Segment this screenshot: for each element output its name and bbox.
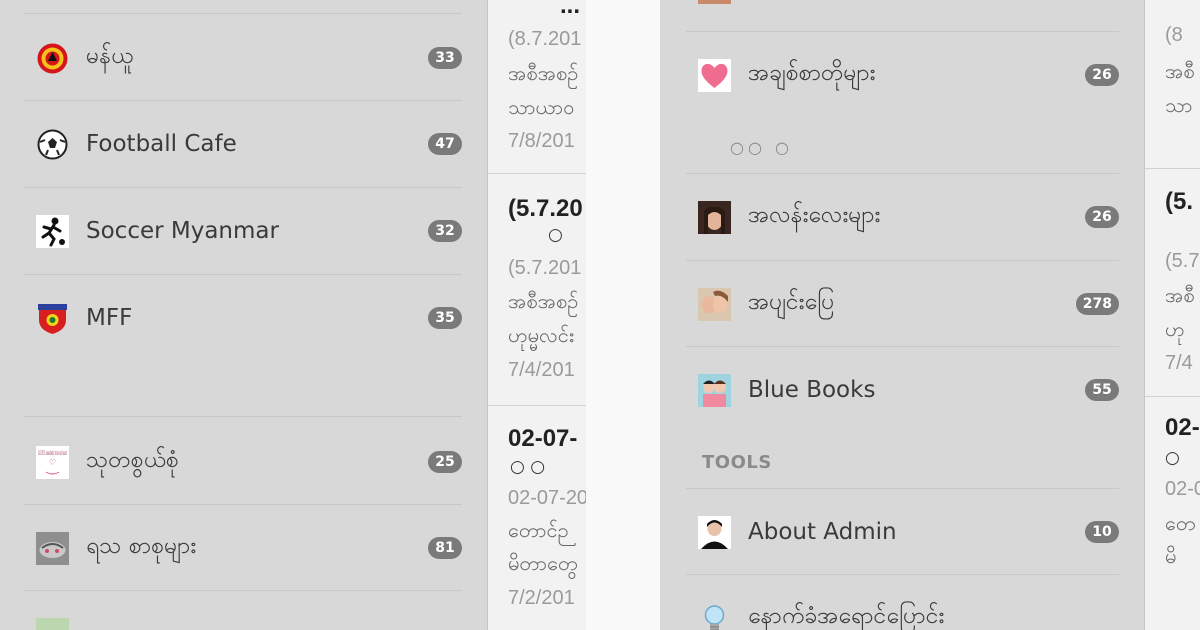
left-navigation-drawer: မန်ယူ 33 Football Cafe 47 Soccer Myanmar…	[0, 0, 487, 630]
feed-post[interactable]: (5.7.20 ○ (5.7.201 အစီအစဉ် ဟုမ္မလင်း 7/4…	[488, 175, 586, 406]
drawer-item-label: မန်ယူ	[86, 43, 134, 69]
light-bulb-icon	[698, 602, 731, 630]
post-date: (5.7.201	[508, 257, 582, 279]
count-badge: 55	[1085, 379, 1119, 401]
post-line: သာယာဝ	[508, 95, 575, 119]
count-badge: 26	[1085, 64, 1119, 86]
admin-avatar-icon	[698, 515, 731, 549]
partial-list-item-icon	[698, 0, 731, 4]
divider	[24, 13, 462, 14]
post-line: အစီအစဉ်	[508, 61, 579, 85]
post-line: မိတာတွေ	[508, 551, 578, 575]
drawer-item-soccer-myanmar[interactable]: Soccer Myanmar 32	[24, 188, 462, 274]
drawer-item-label: အချစ်စာတိုများ	[748, 60, 876, 86]
post-title: (5.7.20	[508, 195, 583, 222]
soccer-ball-icon	[36, 128, 69, 161]
count-badge: 26	[1085, 206, 1119, 228]
drawer-item-label: ရသ စာစုများ	[86, 533, 197, 559]
left-feed-column: ... (8.7.201 အစီအစဉ် သာယာဝ 7/8/201 (5.7.…	[487, 0, 586, 630]
section-divider	[24, 416, 462, 417]
feed-post[interactable]: (5. (5.7 အစီ ဟု 7/4	[1145, 170, 1200, 397]
drawer-item-love-notes[interactable]: အချစ်စာတိုများ 26	[686, 32, 1119, 118]
post-line: ဟုမ္မလင်း	[508, 323, 574, 347]
drawer-item-label: Soccer Myanmar	[86, 218, 279, 244]
kiss-photo-icon	[698, 287, 731, 321]
count-badge: 32	[428, 220, 462, 242]
post-line: တောင်ဉ	[508, 518, 569, 542]
post-line: အစီအစဉ်	[508, 289, 579, 313]
feed-post[interactable]: ... (8.7.201 အစီအစဉ် သာယာဝ 7/8/201	[488, 0, 586, 174]
drawer-item-rasa[interactable]: ရသ စာစုများ 81	[24, 505, 462, 591]
post-line: သာ	[1165, 93, 1193, 117]
drawer-item-label: အပျင်းပြေ	[748, 289, 835, 315]
post-footer: 7/8/201	[508, 130, 575, 152]
drawer-item-label: Football Cafe	[86, 131, 237, 157]
post-date: (8.7.201	[508, 28, 582, 50]
drawer-item-label: နောက်ခံအရောင်ပြောင်း	[748, 603, 945, 629]
call-911-heart-icon: Call 911 somebody stole my heart ♡	[36, 445, 69, 479]
post-footer: 7/2/201	[508, 587, 575, 609]
drawer-item-label: အလန်းလေးများ	[748, 202, 881, 228]
feed-post[interactable]: (8 အစီ သာ	[1145, 0, 1200, 169]
post-date: (8	[1165, 24, 1183, 46]
post-line: မိ	[1165, 544, 1177, 568]
post-footer: 7/4/201	[508, 359, 575, 381]
count-badge: 25	[428, 451, 462, 473]
post-title: ...	[560, 0, 581, 19]
post-date: 02-07-20	[508, 487, 586, 509]
tools-section-header: TOOLS	[702, 452, 772, 473]
feed-post[interactable]: 02- ○ 02-0 တေ မိ	[1145, 398, 1200, 630]
post-title: 02-07-	[508, 425, 578, 452]
drawer-item-label: MFF	[86, 305, 133, 331]
divider	[24, 590, 462, 591]
placeholder-dots: ○○ ○	[730, 138, 793, 157]
couple-cartoon-icon	[698, 373, 731, 407]
partial-list-item-icon	[36, 618, 69, 630]
drawer-item-about-admin[interactable]: About Admin 10	[686, 489, 1119, 575]
model-photo-icon	[698, 200, 731, 234]
screenshot-gap	[586, 0, 660, 630]
manchester-united-crest-icon	[36, 42, 69, 75]
count-badge: 47	[428, 133, 462, 155]
post-circles: ○ ○	[510, 457, 546, 477]
post-line: အစီ	[1165, 59, 1195, 83]
drawer-item-blue-books[interactable]: Blue Books 55	[686, 347, 1119, 433]
drawer-item-football-cafe[interactable]: Football Cafe 47	[24, 101, 462, 187]
call-911-heart-icon-text: Call 911 somebody stole my heart	[38, 450, 67, 457]
right-feed-column: (8 အစီ သာ (5. (5.7 အစီ ဟု 7/4 02- ○ 02-0…	[1144, 0, 1200, 630]
post-circles: ○	[1165, 448, 1180, 468]
drawer-item-thuta[interactable]: Call 911 somebody stole my heart ♡ သုတစွယ…	[24, 419, 462, 505]
soccer-player-icon	[36, 214, 69, 248]
post-footer: 7/4	[1165, 352, 1193, 374]
post-circles: ○	[548, 225, 563, 245]
post-line: အစီ	[1165, 283, 1195, 307]
svg-text:♡: ♡	[49, 458, 56, 467]
rasa-books-icon	[36, 531, 69, 565]
count-badge: 81	[428, 537, 462, 559]
drawer-item-label: Blue Books	[748, 377, 876, 403]
drawer-item-man-utd[interactable]: မန်ယူ 33	[24, 15, 462, 101]
pink-heart-icon	[698, 58, 731, 92]
count-badge: 35	[428, 307, 462, 329]
mff-crest-icon	[36, 302, 69, 335]
post-date: (5.7	[1165, 250, 1200, 272]
count-badge: 278	[1075, 293, 1119, 315]
drawer-item-mff[interactable]: MFF 35	[24, 275, 462, 361]
drawer-item-change-background[interactable]: နောက်ခံအရောင်ပြောင်း	[686, 575, 1119, 630]
drawer-item-label: သုတစွယ်စုံ	[86, 447, 179, 473]
drawer-item-pastime[interactable]: အပျင်းပြေ 278	[686, 261, 1119, 347]
post-title: (5.	[1165, 188, 1194, 215]
right-navigation-drawer: အချစ်စာတိုများ 26 ○○ ○ အလန်းလေးများ 26 အ…	[660, 0, 1144, 630]
drawer-item-label: About Admin	[748, 519, 897, 545]
post-date: 02-0	[1165, 478, 1200, 500]
count-badge: 33	[428, 47, 462, 69]
post-line: ဟု	[1165, 317, 1185, 341]
drawer-item-pretty-girls[interactable]: အလန်းလေးများ 26	[686, 174, 1119, 260]
post-title: 02-	[1165, 414, 1200, 441]
feed-post[interactable]: 02-07- ○ ○ 02-07-20 တောင်ဉ မိတာတွေ 7/2/2…	[488, 407, 586, 630]
post-line: တေ	[1165, 511, 1196, 535]
count-badge: 10	[1085, 521, 1119, 543]
